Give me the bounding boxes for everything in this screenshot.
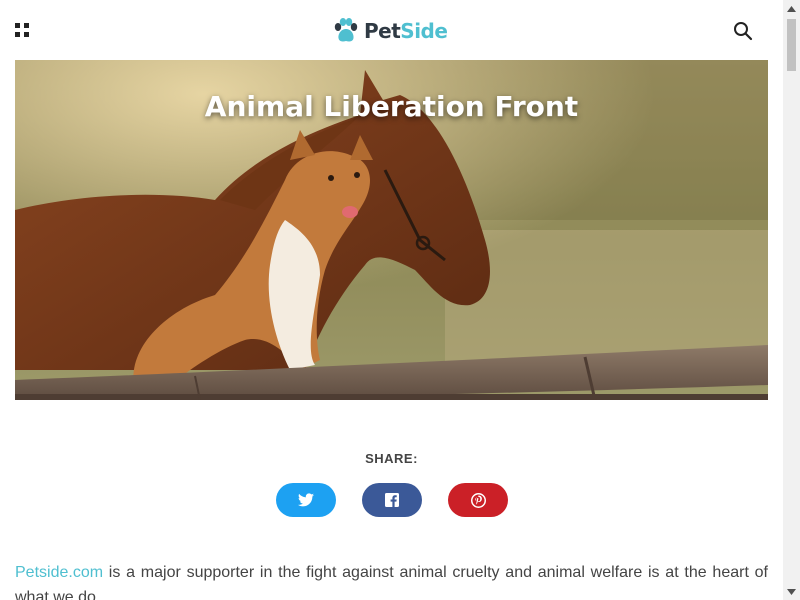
facebook-icon bbox=[385, 493, 399, 507]
share-buttons bbox=[276, 483, 508, 517]
petside-link[interactable]: Petside.com bbox=[15, 564, 103, 581]
hero-image: Animal Liberation Front bbox=[15, 60, 768, 400]
paw-logo-icon bbox=[334, 18, 358, 42]
hero-title: Animal Liberation Front bbox=[204, 90, 579, 123]
search-icon[interactable] bbox=[733, 21, 753, 41]
share-label: SHARE: bbox=[365, 451, 418, 466]
article-intro: Petside.com is a major supporter in the … bbox=[15, 560, 768, 600]
site-header: PetSide bbox=[0, 0, 783, 60]
vertical-scrollbar[interactable] bbox=[783, 0, 800, 600]
logo-text: PetSide bbox=[364, 19, 448, 43]
scrollbar-thumb[interactable] bbox=[787, 19, 796, 71]
twitter-icon bbox=[298, 493, 314, 507]
facebook-share-button[interactable] bbox=[362, 483, 422, 517]
grid-menu-icon[interactable] bbox=[15, 23, 29, 37]
pinterest-share-button[interactable] bbox=[448, 483, 508, 517]
twitter-share-button[interactable] bbox=[276, 483, 336, 517]
pinterest-icon bbox=[470, 492, 486, 508]
scroll-up-arrow-icon[interactable] bbox=[783, 0, 800, 17]
intro-text: is a major supporter in the fight agains… bbox=[15, 564, 768, 600]
site-logo[interactable]: PetSide bbox=[332, 16, 448, 46]
scroll-down-arrow-icon[interactable] bbox=[783, 583, 800, 600]
